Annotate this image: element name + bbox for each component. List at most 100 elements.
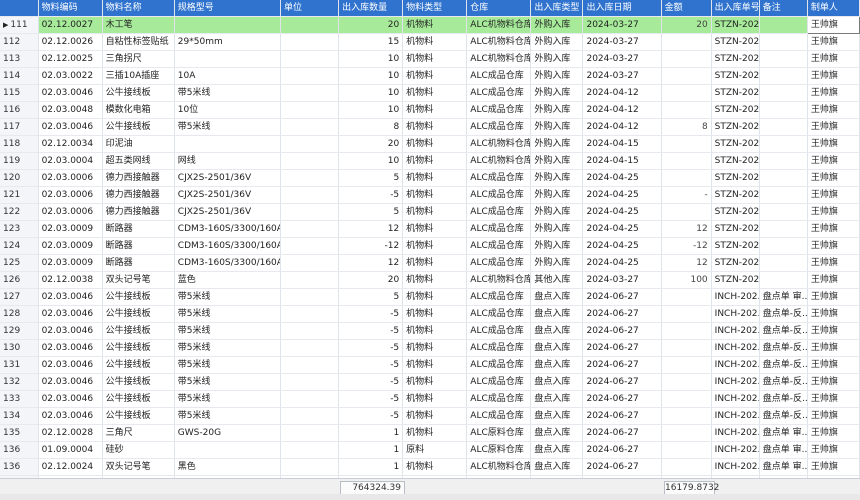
cell-mtype[interactable]: 机物料 — [402, 339, 468, 357]
cell-remark[interactable]: 盘点单 审... — [759, 441, 808, 459]
cell-qty[interactable]: 1 — [338, 458, 404, 476]
cell-mtype[interactable]: 机物料 — [402, 186, 468, 204]
table-row[interactable]: 133 02.03.0046 公牛接线板 带5米线 -5 机物料 ALC成品仓库 盘点入库 20… — [0, 390, 860, 408]
row-number[interactable]: 124 — [0, 237, 39, 255]
cell-remark[interactable] — [759, 101, 808, 119]
table-row[interactable]: 117 02.03.0046 公牛接线板 带5米线 8 机物料 ALC成品仓库 外购入库 202… — [0, 118, 860, 136]
cell-remark[interactable]: 盘点单-反... — [759, 407, 808, 425]
cell-remark[interactable]: 盘点单-反... — [759, 339, 808, 357]
cell-iotype[interactable]: 盘点入库 — [530, 322, 584, 340]
cell-name[interactable]: 公牛接线板 — [102, 305, 175, 323]
cell-unit[interactable] — [280, 390, 340, 408]
cell-billno[interactable]: STZN-202... — [711, 254, 760, 272]
cell-unit[interactable] — [280, 50, 340, 68]
cell-code[interactable]: 02.03.0009 — [38, 237, 103, 255]
cell-wh[interactable]: ALC成品仓库 — [466, 288, 532, 306]
cell-wh[interactable]: ALC成品仓库 — [466, 373, 532, 391]
table-row[interactable]: 122 02.03.0006 德力西接触器 CJX2S-2501/36V 5 机物料 ALC… — [0, 203, 860, 221]
table-row[interactable]: 124 02.03.0009 断路器 CDM3-160S/3300/160A -12 机物… — [0, 237, 860, 255]
cell-mtype[interactable]: 机物料 — [402, 288, 468, 306]
cell-amount[interactable] — [661, 390, 712, 408]
column-header-warehouse[interactable]: 仓库 — [466, 0, 532, 17]
cell-name[interactable]: 公牛接线板 — [102, 373, 175, 391]
table-row[interactable]: 116 02.03.0048 模数化电箱 10位 10 机物料 ALC成品仓库 外购入库 202… — [0, 101, 860, 119]
cell-amount[interactable] — [661, 135, 712, 153]
cell-iotype[interactable]: 外购入库 — [530, 16, 584, 34]
cell-spec[interactable]: 10位 — [174, 101, 281, 119]
cell-mtype[interactable]: 机物料 — [402, 50, 468, 68]
cell-wh[interactable]: ALC机物料仓库 — [466, 152, 532, 170]
table-row[interactable]: 125 02.03.0009 断路器 CDM3-160S/3300/160A 12 机物料… — [0, 254, 860, 272]
cell-iotype[interactable]: 盘点入库 — [530, 373, 584, 391]
row-number[interactable]: 117 — [0, 118, 39, 136]
cell-code[interactable]: 02.12.0028 — [38, 424, 103, 442]
cell-spec[interactable] — [174, 16, 281, 34]
table-row[interactable]: 132 02.03.0046 公牛接线板 带5米线 -5 机物料 ALC成品仓库 盘点入库 20… — [0, 373, 860, 391]
cell-unit[interactable] — [280, 169, 340, 187]
cell-iotype[interactable]: 盘点入库 — [530, 424, 584, 442]
cell-date[interactable]: 2024-06-27 — [582, 339, 662, 357]
cell-qty[interactable]: -5 — [338, 407, 404, 425]
cell-maker[interactable]: 王帅旗 — [807, 118, 860, 136]
cell-iotype[interactable]: 外购入库 — [530, 84, 584, 102]
cell-maker[interactable]: 王帅旗 — [807, 390, 860, 408]
cell-remark[interactable] — [759, 118, 808, 136]
cell-mtype[interactable]: 机物料 — [402, 33, 468, 51]
cell-unit[interactable] — [280, 322, 340, 340]
cell-wh[interactable]: ALC机物料仓库 — [466, 33, 532, 51]
cell-amount[interactable] — [661, 169, 712, 187]
table-row[interactable]: 115 02.03.0046 公牛接线板 带5米线 10 机物料 ALC成品仓库 外购入库 20… — [0, 84, 860, 102]
cell-wh[interactable]: ALC成品仓库 — [466, 101, 532, 119]
cell-maker[interactable]: 王帅旗 — [807, 169, 860, 187]
cell-iotype[interactable]: 盘点入库 — [530, 356, 584, 374]
cell-maker[interactable]: 王帅旗 — [807, 441, 860, 459]
cell-name[interactable]: 印泥油 — [102, 135, 175, 153]
cell-mtype[interactable]: 机物料 — [402, 271, 468, 289]
cell-name[interactable]: 断路器 — [102, 220, 175, 238]
cell-date[interactable]: 2024-06-27 — [582, 373, 662, 391]
cell-maker[interactable]: 王帅旗 — [807, 84, 860, 102]
cell-code[interactable]: 02.03.0009 — [38, 254, 103, 272]
cell-unit[interactable] — [280, 441, 340, 459]
cell-wh[interactable]: ALC成品仓库 — [466, 305, 532, 323]
cell-iotype[interactable]: 外购入库 — [530, 220, 584, 238]
cell-date[interactable]: 2024-04-15 — [582, 152, 662, 170]
cell-maker[interactable]: 王帅旗 — [807, 237, 860, 255]
cell-wh[interactable]: ALC成品仓库 — [466, 67, 532, 85]
cell-billno[interactable]: STZN-202... — [711, 169, 760, 187]
cell-wh[interactable]: ALC成品仓库 — [466, 186, 532, 204]
cell-amount[interactable] — [661, 339, 712, 357]
cell-amount[interactable] — [661, 322, 712, 340]
cell-date[interactable]: 2024-06-27 — [582, 407, 662, 425]
cell-iotype[interactable]: 盘点入库 — [530, 458, 584, 476]
cell-date[interactable]: 2024-04-12 — [582, 118, 662, 136]
row-number[interactable]: 132 — [0, 373, 39, 391]
cell-iotype[interactable]: 外购入库 — [530, 67, 584, 85]
cell-code[interactable]: 02.03.0046 — [38, 305, 103, 323]
cell-amount[interactable] — [661, 424, 712, 442]
table-row[interactable]: ▶ 111 02.12.0027 木工笔 20 机物料 ALC机物料仓库 外购入库 2024-0… — [0, 16, 860, 34]
cell-code[interactable]: 02.12.0038 — [38, 271, 103, 289]
cell-unit[interactable] — [280, 339, 340, 357]
table-row[interactable]: 114 02.03.0022 三插10A插座 10A 10 机物料 ALC成品仓库 外购入库 2… — [0, 67, 860, 85]
cell-wh[interactable]: ALC机物料仓库 — [466, 458, 532, 476]
cell-date[interactable]: 2024-04-25 — [582, 237, 662, 255]
cell-wh[interactable]: ALC机物料仓库 — [466, 135, 532, 153]
cell-code[interactable]: 02.03.0022 — [38, 67, 103, 85]
cell-name[interactable]: 三角拐尺 — [102, 50, 175, 68]
cell-amount[interactable]: 8 — [661, 118, 712, 136]
cell-qty[interactable]: 10 — [338, 67, 404, 85]
cell-date[interactable]: 2024-04-15 — [582, 135, 662, 153]
cell-billno[interactable]: STZN-202... — [711, 50, 760, 68]
cell-amount[interactable] — [661, 373, 712, 391]
cell-wh[interactable]: ALC原料仓库 — [466, 441, 532, 459]
cell-spec[interactable] — [174, 441, 281, 459]
table-row[interactable]: 119 02.03.0004 超五类网线 网线 10 机物料 ALC机物料仓库 外购入库 202… — [0, 152, 860, 170]
cell-name[interactable]: 公牛接线板 — [102, 339, 175, 357]
cell-unit[interactable] — [280, 135, 340, 153]
cell-unit[interactable] — [280, 458, 340, 476]
cell-remark[interactable]: 盘点单-反... — [759, 356, 808, 374]
cell-iotype[interactable]: 外购入库 — [530, 186, 584, 204]
cell-date[interactable]: 2024-06-27 — [582, 390, 662, 408]
cell-amount[interactable]: 12 — [661, 220, 712, 238]
